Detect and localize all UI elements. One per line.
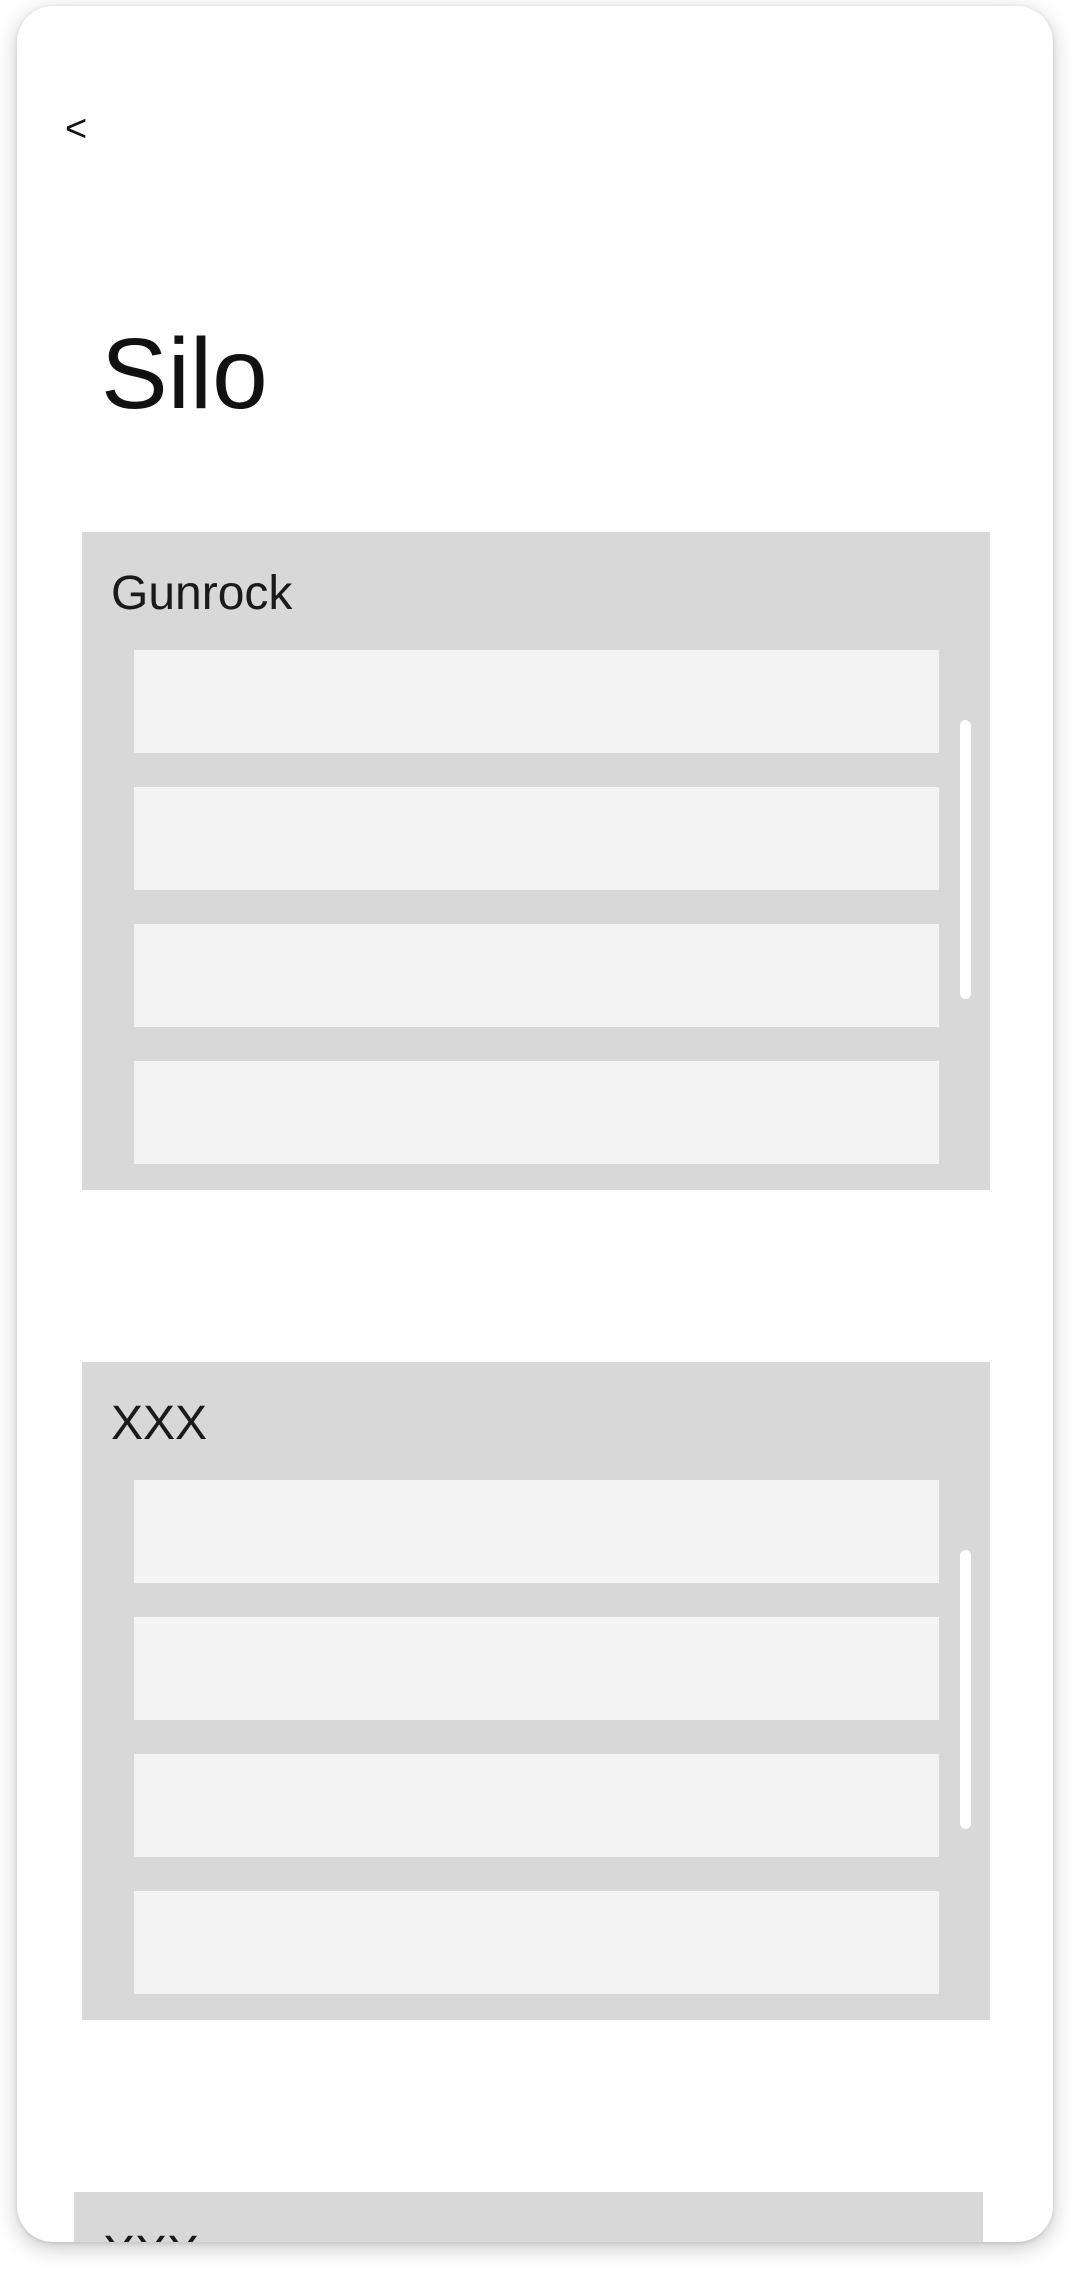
silo-card-gunrock: Gunrock bbox=[82, 532, 990, 1190]
list-item[interactable] bbox=[134, 1480, 939, 1583]
back-button[interactable]: < bbox=[65, 110, 87, 148]
silo-card-partial: XXX bbox=[74, 2192, 983, 2242]
list-item[interactable] bbox=[134, 650, 939, 753]
silo-card-title: XXX bbox=[111, 1397, 208, 1450]
page-title: Silo bbox=[101, 318, 268, 430]
silo-card-title: Gunrock bbox=[111, 567, 293, 620]
phone-screen: < Silo Gunrock XXX XXX bbox=[17, 6, 1053, 2242]
scrollbar[interactable] bbox=[960, 720, 971, 999]
list-item[interactable] bbox=[134, 1061, 939, 1164]
list-item[interactable] bbox=[134, 1617, 939, 1720]
list-item[interactable] bbox=[134, 924, 939, 1027]
silo-card-title: XXX bbox=[103, 2230, 199, 2243]
list-item[interactable] bbox=[134, 1891, 939, 1994]
silo-card-xxx: XXX bbox=[82, 1362, 990, 2020]
scrollbar[interactable] bbox=[960, 1550, 971, 1829]
list-item[interactable] bbox=[134, 1754, 939, 1857]
list-item[interactable] bbox=[134, 787, 939, 890]
